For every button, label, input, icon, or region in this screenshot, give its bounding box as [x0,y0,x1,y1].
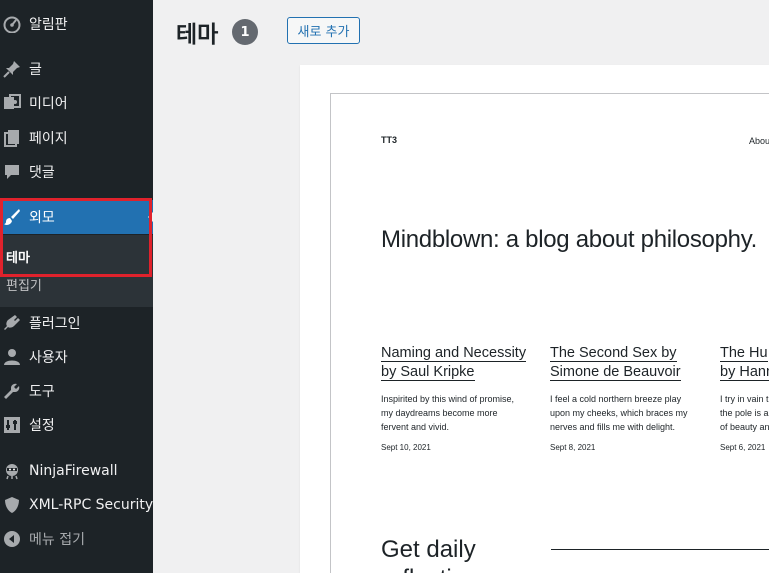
preview-post: The Second Sex by Simone de Beauvoir I fe… [550,344,705,452]
page-icon [3,129,21,147]
preview-post-date: Sept 10, 2021 [381,443,431,452]
preview-post-date: Sept 6, 2021 [720,443,766,452]
admin-sidebar: 알림판 글 미디어 페이지 댓글 외모 테마 편집기 플러그인 사용자 도구 설… [0,0,153,573]
menu-users-label: 사용자 [29,350,68,366]
menu-ninjafirewall-label: NinjaFirewall [29,463,118,479]
menu-xmlrpc-security[interactable]: XML-RPC Security [0,488,153,522]
wrench-icon [3,382,21,400]
menu-ninjafirewall[interactable]: NinjaFirewall [0,454,153,488]
settings-icon [3,416,21,434]
appearance-submenu: 테마 편집기 [0,235,153,307]
theme-screenshot[interactable]: TT3 About Mindblown: a blog about philos… [330,93,769,573]
menu-pages-label: 페이지 [29,131,68,147]
current-menu-arrow [148,212,153,222]
submenu-themes[interactable]: 테마 [6,247,30,266]
preview-nav-link: About [749,136,769,146]
preview-post-excerpt: I feel a cold northern breeze play upon m… [550,394,688,432]
menu-xmlrpc-security-label: XML-RPC Security [29,497,154,513]
user-icon [3,348,21,366]
menu-plugins-label: 플러그인 [29,316,81,332]
menu-comments[interactable]: 댓글 [0,155,153,189]
preview-site-title: TT3 [381,135,398,145]
brush-icon [3,208,21,226]
menu-appearance[interactable]: 외모 [0,200,153,234]
preview-post-title: Naming and Necessity by Saul Kripke [381,345,527,381]
theme-count-badge: 1 [232,19,258,45]
page-title: 테마 [176,22,219,48]
collapse-menu-label: 메뉴 접기 [29,532,85,548]
preview-post: Naming and Necessity by Saul Kripke Inspi… [381,344,536,452]
ninja-icon [3,462,21,480]
dashboard-icon [3,15,21,33]
menu-users[interactable]: 사용자 [0,340,153,374]
menu-pages[interactable]: 페이지 [0,121,153,155]
preview-post-excerpt: Inspirited by this wind of promise, my da… [381,394,515,432]
shield-icon [3,496,21,514]
preview-post-title: The Hu by Hann [720,344,769,382]
preview-heading: Mindblown: a blog about philosophy. [381,226,757,253]
menu-tools[interactable]: 도구 [0,374,153,408]
media-icon [3,94,21,112]
menu-appearance-label: 외모 [29,210,55,226]
preview-post-title: The Second Sex by Simone de Beauvoir [550,345,681,381]
menu-media-label: 미디어 [29,96,68,112]
menu-posts[interactable]: 글 [0,52,153,86]
menu-posts-label: 글 [29,62,42,78]
preview-divider [551,549,769,550]
plugin-icon [3,314,21,332]
preview-newsletter-heading: Get dailyreflectio [381,536,476,573]
preview-post: The Hu by Hann I try in vain t the pole is… [720,344,769,452]
collapse-icon [3,530,21,548]
menu-settings-label: 설정 [29,418,55,434]
add-new-theme-button[interactable]: 새로 추가 [287,17,360,44]
collapse-menu-button[interactable]: 메뉴 접기 [0,522,153,556]
preview-post-date: Sept 8, 2021 [550,443,596,452]
menu-tools-label: 도구 [29,384,55,400]
pin-icon [3,60,21,78]
preview-post-excerpt: I try in vain t the pole is a of beauty an [720,394,769,432]
menu-dashboard-label: 알림판 [29,17,68,33]
menu-settings[interactable]: 설정 [0,408,153,442]
menu-media[interactable]: 미디어 [0,86,153,120]
comment-icon [3,163,21,181]
menu-plugins[interactable]: 플러그인 [0,306,153,340]
menu-comments-label: 댓글 [29,165,55,181]
menu-dashboard[interactable]: 알림판 [0,7,153,41]
submenu-editor[interactable]: 편집기 [6,275,42,294]
